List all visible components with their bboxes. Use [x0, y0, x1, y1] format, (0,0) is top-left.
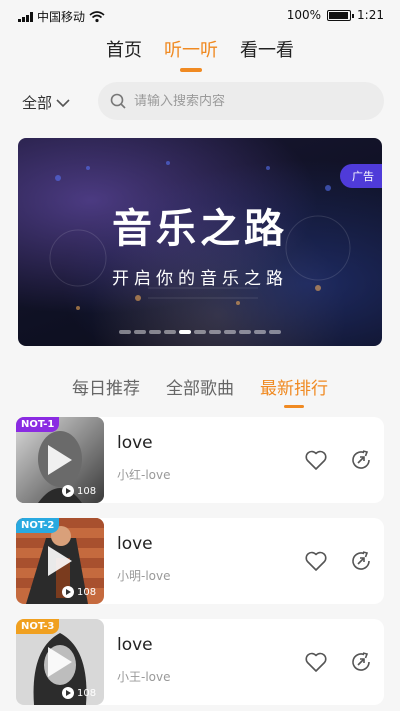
play-icon[interactable]: [48, 546, 72, 576]
carousel-dot[interactable]: [269, 330, 281, 334]
sub-tabs: 每日推荐 全部歌曲 最新排行: [0, 374, 400, 408]
active-subtab-indicator: [284, 405, 304, 408]
ad-badge: 广告: [340, 164, 382, 188]
share-icon[interactable]: [349, 448, 373, 472]
rank-badge: NOT-2: [16, 518, 60, 533]
search-bar: [98, 82, 384, 120]
play-icon[interactable]: [48, 445, 72, 475]
play-icon[interactable]: [48, 647, 72, 677]
carousel-dot[interactable]: [194, 330, 206, 334]
play-count-icon: [62, 586, 74, 598]
active-tab-indicator: [180, 68, 202, 72]
tab-listen[interactable]: 听一听: [164, 36, 218, 72]
play-count-icon: [62, 687, 74, 699]
song-artist: 小明-love: [117, 569, 171, 583]
song-title: love: [117, 534, 153, 554]
promo-banner[interactable]: 音乐之路 开启你的音乐之路 广告: [18, 138, 382, 346]
album-cover[interactable]: NOT-1 108: [16, 417, 104, 503]
song-artist: 小红-love: [117, 468, 171, 482]
carousel-dot[interactable]: [149, 330, 161, 334]
heart-icon[interactable]: [304, 549, 328, 573]
play-count: 108: [62, 586, 96, 598]
song-item[interactable]: NOT-1 108 love 小红-love: [16, 417, 384, 503]
play-count-icon: [62, 485, 74, 497]
banner-subtitle: 开启你的音乐之路: [112, 269, 288, 289]
carousel-dot[interactable]: [179, 330, 191, 334]
top-tabs: 首页 听一听 看一看: [0, 36, 400, 72]
status-left: 中国移动: [18, 8, 105, 25]
album-cover[interactable]: NOT-2 108: [16, 518, 104, 604]
song-title: love: [117, 635, 153, 655]
rank-badge: NOT-1: [16, 417, 60, 432]
carousel-dot[interactable]: [119, 330, 131, 334]
heart-icon[interactable]: [304, 448, 328, 472]
status-bar: 中国移动 100% 1:21: [0, 0, 400, 30]
battery-icon: [327, 9, 355, 21]
tab-latest-ranking[interactable]: 最新排行: [260, 374, 328, 408]
heart-icon[interactable]: [304, 650, 328, 674]
clock: 1:21: [357, 8, 384, 22]
chevron-down-icon: [56, 98, 70, 107]
carousel-dot[interactable]: [164, 330, 176, 334]
tab-all-songs[interactable]: 全部歌曲: [166, 374, 234, 399]
song-item[interactable]: NOT-3 108 love 小王-love: [16, 619, 384, 705]
tab-home[interactable]: 首页: [106, 36, 142, 62]
banner-title: 音乐之路: [112, 206, 288, 252]
carousel-dot[interactable]: [224, 330, 236, 334]
tab-watch[interactable]: 看一看: [240, 36, 294, 62]
song-title: love: [117, 433, 153, 453]
signal-icon: [18, 11, 33, 22]
carousel-dot[interactable]: [239, 330, 251, 334]
rank-badge: NOT-3: [16, 619, 60, 634]
play-count: 108: [62, 485, 96, 497]
carrier-label: 中国移动: [37, 10, 86, 24]
song-artist: 小王-love: [117, 670, 171, 684]
album-cover[interactable]: NOT-3 108: [16, 619, 104, 705]
carousel-dot[interactable]: [209, 330, 221, 334]
carousel-dot[interactable]: [254, 330, 266, 334]
wifi-icon: [89, 10, 105, 22]
play-count: 108: [62, 687, 96, 699]
search-icon: [110, 93, 126, 109]
carousel-dot[interactable]: [134, 330, 146, 334]
filter-label: 全部: [22, 94, 53, 112]
search-input[interactable]: [134, 93, 374, 109]
carousel-indicator: [18, 330, 382, 334]
battery-percent: 100%: [286, 8, 322, 22]
status-right: 100% 1:21: [287, 8, 384, 22]
share-icon[interactable]: [349, 549, 373, 573]
category-filter[interactable]: 全部: [22, 92, 70, 113]
tab-daily-recommend[interactable]: 每日推荐: [72, 374, 140, 399]
share-icon[interactable]: [349, 650, 373, 674]
song-item[interactable]: NOT-2 108 love 小明-love: [16, 518, 384, 604]
